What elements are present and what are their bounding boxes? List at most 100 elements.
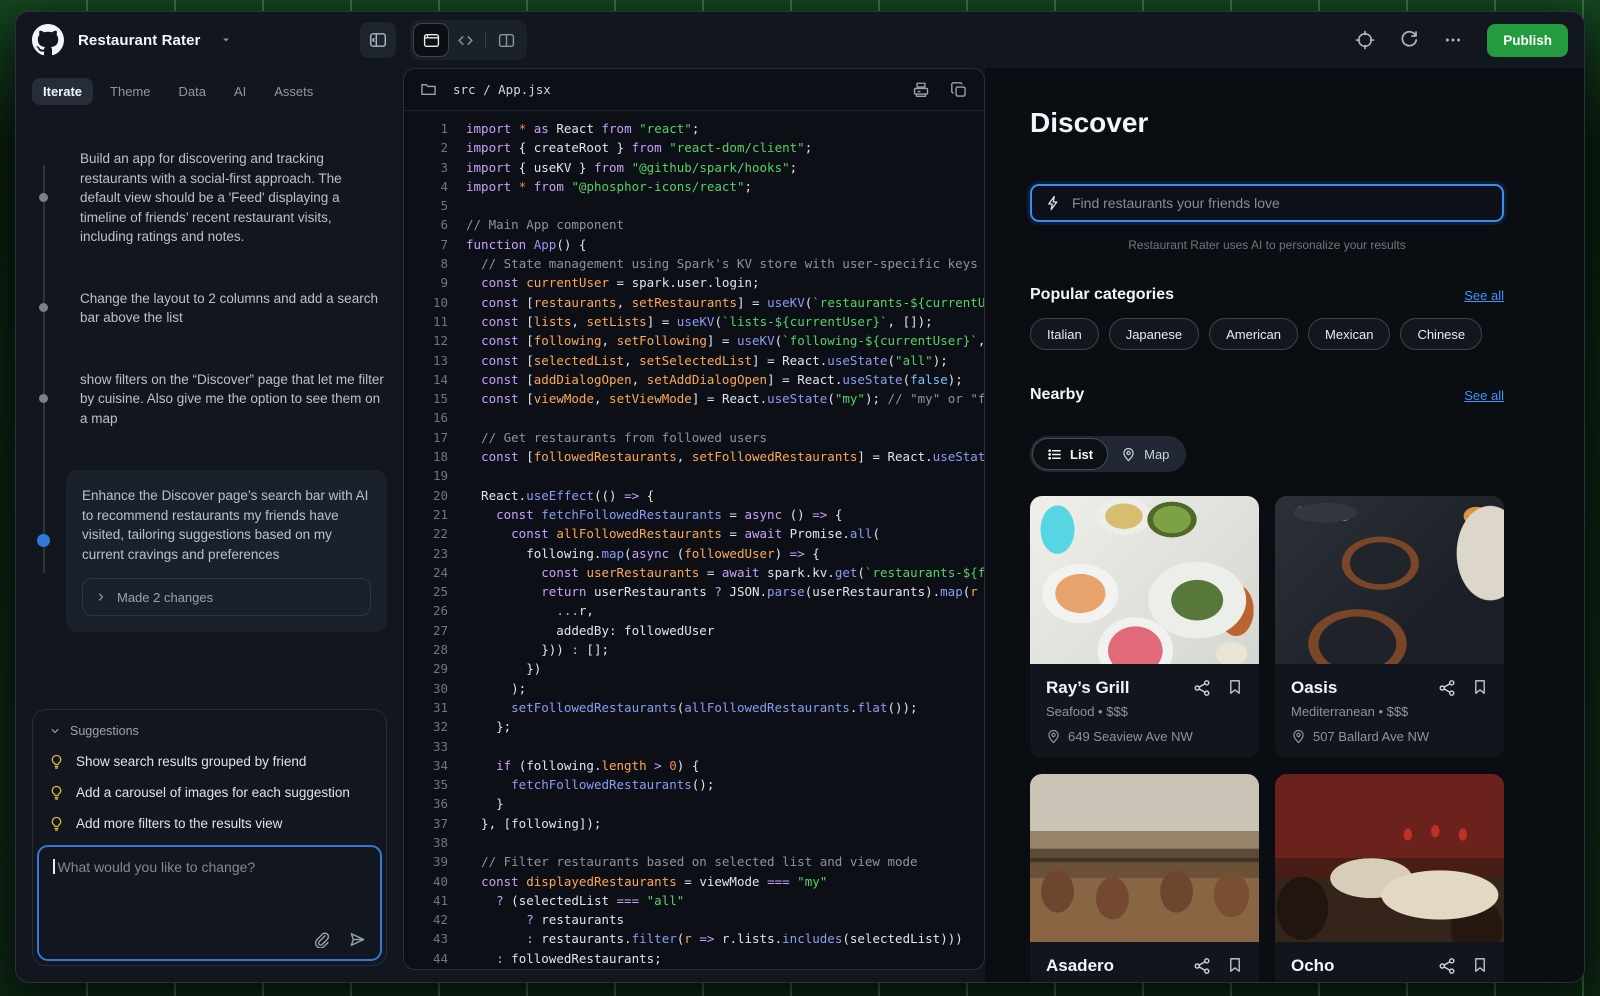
file-breadcrumb[interactable]: src / App.jsx [453, 82, 551, 97]
lightbulb-icon [49, 816, 64, 831]
active-prompt-message[interactable]: Enhance the Discover page’s search bar w… [32, 470, 387, 632]
code-line: 12 const [following, setFollowing] = use… [418, 331, 984, 350]
suggestion-item[interactable]: Add a carousel of images for each sugges… [37, 777, 382, 808]
line-number: 21 [418, 505, 448, 524]
code-line: 5 [418, 196, 984, 215]
text-cursor [53, 859, 55, 874]
code-line: 23 following.map(async (followedUser) =>… [418, 544, 984, 563]
share-icon[interactable] [1438, 679, 1456, 697]
bookmark-icon[interactable] [1227, 957, 1243, 975]
category-chip-chinese[interactable]: Chinese [1400, 318, 1482, 350]
restaurant-photo [1275, 496, 1504, 664]
line-number: 29 [418, 659, 448, 678]
restaurant-card[interactable]: OasisMediterranean • $$$507 Ballard Ave … [1275, 496, 1504, 758]
code-line: 27 addedBy: followedUser [418, 621, 984, 640]
line-number: 6 [418, 215, 448, 234]
bookmark-icon[interactable] [1472, 957, 1488, 975]
made-changes-button[interactable]: Made 2 changes [82, 578, 371, 616]
code-line: 24 const userRestaurants = await spark.k… [418, 563, 984, 582]
tab-data[interactable]: Data [168, 78, 217, 105]
prompt-message[interactable]: show filters on the “Discover” page that… [32, 370, 384, 429]
line-number: 44 [418, 949, 448, 968]
suggestion-text: Show search results grouped by friend [76, 754, 306, 769]
code-line: 33 [418, 737, 984, 756]
code-line: 22 const allFollowedRestaurants = await … [418, 524, 984, 543]
view-mode-preview-button[interactable] [414, 24, 448, 56]
tab-assets[interactable]: Assets [263, 78, 324, 105]
map-pin-icon [1046, 729, 1061, 744]
search-caption: Restaurant Rater uses AI to personalize … [1030, 238, 1504, 252]
send-icon[interactable] [349, 931, 366, 948]
restaurant-address-text: 507 Ballard Ave NW [1313, 729, 1429, 744]
line-number: 4 [418, 177, 448, 196]
timeline-dot-active [37, 534, 50, 547]
search-input[interactable]: Find restaurants your friends love [1030, 184, 1504, 222]
toggle-list-button[interactable]: List [1033, 439, 1107, 469]
printer-icon[interactable] [912, 81, 930, 99]
code-line: 38 [418, 833, 984, 852]
suggestion-item[interactable]: Show search results grouped by friend [37, 746, 382, 777]
attachment-paperclip-icon[interactable] [312, 931, 329, 948]
app-brand[interactable]: Restaurant Rater [32, 24, 232, 56]
code-line: 16 [418, 408, 984, 427]
category-chip-japanese[interactable]: Japanese [1109, 318, 1199, 350]
tab-ai[interactable]: AI [223, 78, 257, 105]
prompt-message[interactable]: Build an app for discovering and trackin… [32, 149, 384, 247]
line-number: 3 [418, 158, 448, 177]
restaurant-card[interactable]: Asadero [1030, 774, 1259, 982]
suggestion-item[interactable]: Add more filters to the results view [37, 808, 382, 839]
restaurant-card[interactable]: Ocho [1275, 774, 1504, 982]
restaurant-card[interactable]: Ray’s GrillSeafood • $$$649 Seaview Ave … [1030, 496, 1259, 758]
share-icon[interactable] [1193, 679, 1211, 697]
publish-button[interactable]: Publish [1487, 24, 1568, 57]
prompt-message[interactable]: Change the layout to 2 columns and add a… [32, 289, 384, 328]
code-line: 9 const currentUser = spark.user.login; [418, 273, 984, 292]
category-chip-italian[interactable]: Italian [1030, 318, 1099, 350]
code-line: 30 ); [418, 679, 984, 698]
more-options-icon[interactable] [1443, 30, 1463, 50]
code-line: 17 // Get restaurants from followed user… [418, 428, 984, 447]
restaurant-actions [1193, 957, 1243, 975]
suggestions-header[interactable]: Suggestions [37, 714, 382, 746]
chat-input-placeholder: What would you like to change? [58, 859, 256, 875]
nearby-see-all-link[interactable]: See all [1464, 388, 1504, 403]
tab-theme[interactable]: Theme [99, 78, 161, 105]
crosshair-icon[interactable] [1355, 30, 1375, 50]
line-number: 15 [418, 389, 448, 408]
content-row: IterateTheme DataAIAssets Build an app fo… [16, 68, 1584, 982]
restaurant-photo [1030, 496, 1259, 664]
sidebar-tabs: IterateTheme DataAIAssets [32, 78, 387, 105]
code-line: 35 fetchFollowedRestaurants(); [418, 775, 984, 794]
category-chip-mexican[interactable]: Mexican [1308, 318, 1390, 350]
share-icon[interactable] [1438, 957, 1456, 975]
prompt-timeline: Build an app for discovering and trackin… [32, 149, 387, 709]
tab-iterate[interactable]: Iterate [32, 78, 93, 105]
code-area[interactable]: 1import * as React from "react";2import … [404, 111, 984, 969]
view-mode-split-button[interactable] [489, 24, 523, 56]
bookmark-icon[interactable] [1472, 679, 1488, 697]
list-icon [1047, 447, 1062, 462]
copy-icon[interactable] [950, 81, 968, 99]
code-line: 34 if (following.length > 0) { [418, 756, 984, 775]
chat-input[interactable]: What would you like to change? [37, 845, 382, 961]
folder-icon[interactable] [420, 81, 437, 98]
toggle-map-button[interactable]: Map [1107, 439, 1183, 469]
line-number: 16 [418, 408, 448, 427]
bookmark-icon[interactable] [1227, 679, 1243, 697]
line-number: 14 [418, 370, 448, 389]
caret-down-icon[interactable] [220, 34, 232, 46]
view-mode-code-button[interactable] [448, 24, 482, 56]
code-line: 11 const [lists, setLists] = useKV(`list… [418, 312, 984, 331]
refresh-icon[interactable] [1399, 30, 1419, 50]
line-number: 45 [418, 968, 448, 969]
share-icon[interactable] [1193, 957, 1211, 975]
line-number: 27 [418, 621, 448, 640]
chat-input-actions [312, 931, 366, 948]
code-line: 41 ? (selectedList === "all" [418, 891, 984, 910]
popular-see-all-link[interactable]: See all [1464, 288, 1504, 303]
code-line: 1import * as React from "react"; [418, 119, 984, 138]
sidebar-toggle-button[interactable] [360, 22, 396, 58]
restaurant-info: Ray’s GrillSeafood • $$$649 Seaview Ave … [1030, 664, 1259, 758]
category-chip-american[interactable]: American [1209, 318, 1298, 350]
prompt-message-text: Build an app for discovering and trackin… [80, 149, 384, 247]
